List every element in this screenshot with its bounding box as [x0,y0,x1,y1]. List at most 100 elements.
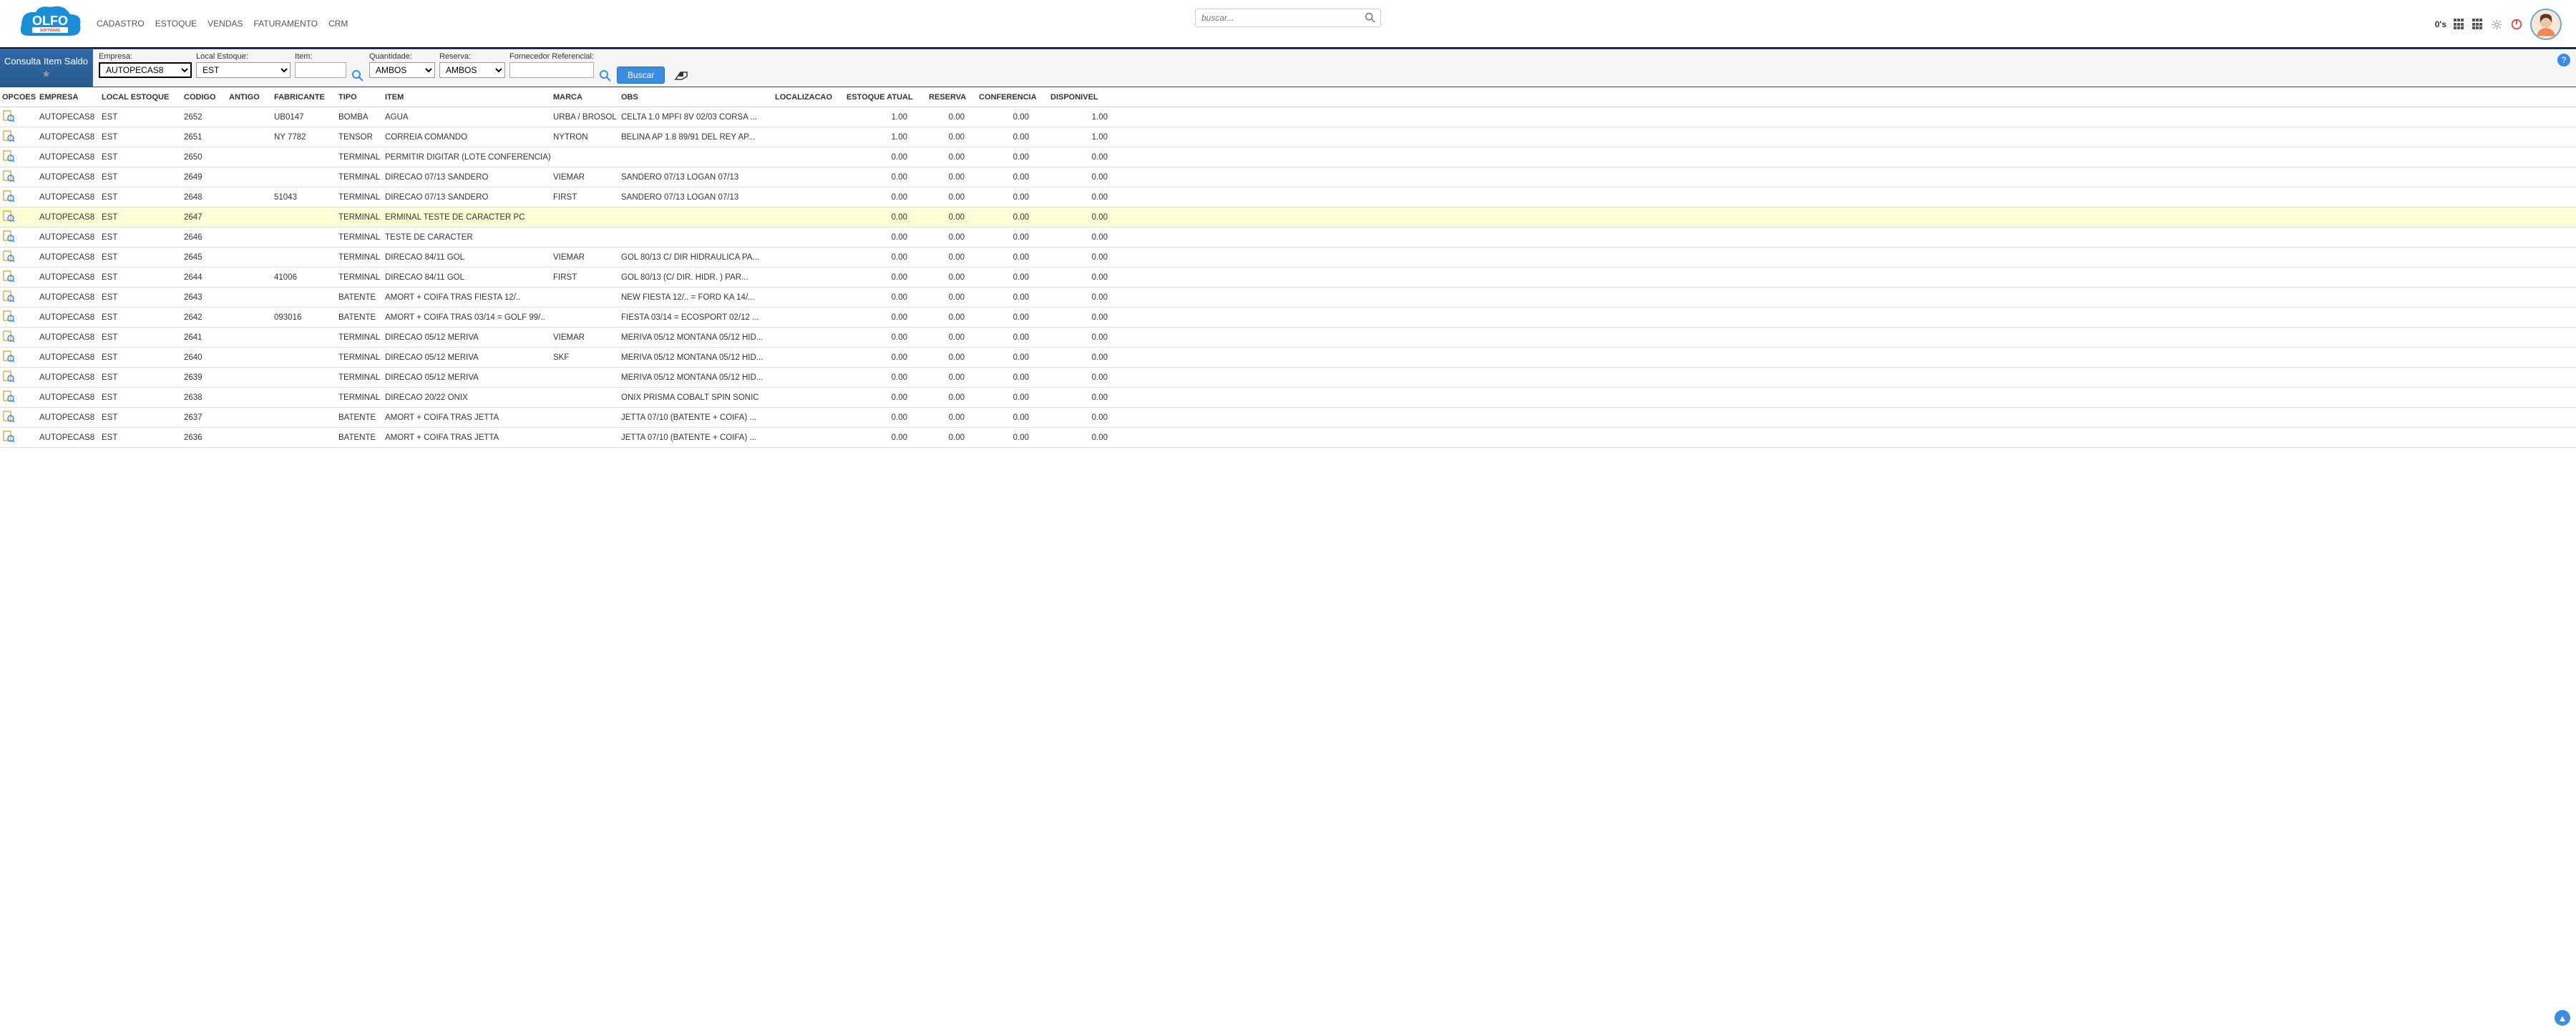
cell: 0.00 [847,433,929,442]
menu-cadastro[interactable]: CADASTRO [97,19,145,29]
table-row[interactable]: AUTOPECAS8EST2641TERMINALDIRECAO 05/12 M… [0,328,2576,348]
cell: 0.00 [929,273,979,282]
cell: EST [102,233,184,242]
select-local-estoque[interactable]: EST [196,62,291,78]
row-detail-icon[interactable] [2,116,15,124]
col-header[interactable]: ANTIGO [229,93,274,102]
table-row[interactable]: AUTOPECAS8EST2640TERMINALDIRECAO 05/12 M… [0,348,2576,368]
select-quantidade[interactable]: AMBOS [369,62,435,78]
col-header[interactable]: CODIGO [184,93,229,102]
search-icon[interactable] [1364,11,1377,24]
table-row[interactable]: AUTOPECAS8EST2649TERMINALDIRECAO 07/13 S… [0,167,2576,187]
power-icon[interactable] [2510,18,2523,31]
col-header[interactable]: ESTOQUE ATUAL [847,93,929,102]
table-row[interactable]: AUTOPECAS8EST2645TERMINAL DIRECAO 84/11 … [0,247,2576,268]
input-fornecedor[interactable] [509,62,594,78]
row-detail-icon[interactable] [2,436,15,445]
cell: 2649 [184,173,229,182]
row-detail-icon[interactable] [2,296,15,305]
col-header[interactable]: ITEM [385,93,553,102]
os-counter[interactable]: 0's [2435,19,2446,29]
cell: 0.00 [1050,293,1118,302]
row-detail-icon[interactable] [2,136,15,144]
cell: 0.00 [847,213,929,222]
cell: 0.00 [929,113,979,122]
item-search-icon[interactable] [351,69,365,83]
user-avatar[interactable] [2530,9,2562,40]
table-row[interactable]: AUTOPECAS8EST2651NY 7782TENSORCORREIA CO… [0,127,2576,147]
apps-grid-icon[interactable] [2454,19,2465,30]
col-header[interactable]: OPCOES [2,93,39,102]
table-row[interactable]: AUTOPECAS8EST2646TERMINALTESTE DE CARACT… [0,227,2576,247]
menu-estoque[interactable]: ESTOQUE [155,19,197,29]
table-row[interactable]: AUTOPECAS8EST264441006TERMINALDIRECAO 84… [0,268,2576,288]
cell: EST [102,133,184,142]
table-row[interactable]: AUTOPECAS8EST2643BATENTEAMORT + COIFA TR… [0,288,2576,308]
table-row[interactable]: AUTOPECAS8EST2650TERMINALPERMITIR DIGITA… [0,147,2576,167]
col-header[interactable]: DISPONIVEL [1050,93,1118,102]
col-header[interactable]: CONFERENCIA [979,93,1050,102]
row-detail-icon[interactable] [2,316,15,325]
menu-faturamento[interactable]: FATURAMENTO [254,19,318,29]
cell: TERMINAL [338,193,385,202]
scroll-top-button[interactable]: ▲ [2555,1010,2570,1026]
cell: 1.00 [1050,113,1118,122]
table-row[interactable]: AUTOPECAS8EST2642093016BATENTEAMORT + CO… [0,308,2576,328]
eraser-icon[interactable] [673,69,689,82]
favorite-star-icon[interactable]: ★ [42,68,51,80]
col-header[interactable]: LOCAL ESTOQUE [102,93,184,102]
table-row[interactable]: AUTOPECAS8EST2652UB0147BOMBAAGUAURBA / B… [0,107,2576,127]
cell: URBA / BROSOL [553,113,621,122]
row-detail-icon[interactable] [2,176,15,185]
help-icon[interactable]: ? [2557,54,2570,67]
row-detail-icon[interactable] [2,156,15,165]
select-empresa[interactable]: AUTOPECAS8 [99,62,192,78]
select-reserva[interactable]: AMBOS [439,62,505,78]
col-header[interactable]: TIPO [338,93,385,102]
table-row[interactable]: AUTOPECAS8EST2639TERMINALDIRECAO 05/12 M… [0,368,2576,388]
gear-icon[interactable] [2491,19,2503,31]
row-detail-icon[interactable] [2,376,15,385]
row-detail-icon[interactable] [2,396,15,405]
global-search-input[interactable] [1195,9,1381,27]
cell: 0.00 [847,333,929,342]
cell: JETTA 07/10 (BATENTE + COIFA) ... [621,433,775,442]
col-header[interactable]: RESERVA [929,93,979,102]
cell: TESTE DE CARACTER [385,233,553,242]
fornecedor-search-icon[interactable] [598,69,613,83]
cell: DIRECAO 05/12 MERIVA [385,353,553,362]
table-row[interactable]: AUTOPECAS8EST2647TERMINALERMINAL TESTE D… [0,207,2576,227]
row-detail-icon[interactable] [2,336,15,345]
row-detail-icon[interactable] [2,236,15,245]
input-item[interactable] [295,62,346,78]
cell: EST [102,313,184,322]
table-row[interactable]: AUTOPECAS8EST2638TERMINALDIRECAO 20/22 O… [0,388,2576,408]
cell: AUTOPECAS8 [39,153,102,162]
table-row[interactable]: AUTOPECAS8EST2637BATENTEAMORT + COIFA TR… [0,408,2576,428]
cell: 0.00 [929,433,979,442]
table-row[interactable]: AUTOPECAS8EST2636BATENTEAMORT + COIFA TR… [0,428,2576,448]
cell: FIRST [553,273,621,282]
table-row[interactable]: AUTOPECAS8EST264851043TERMINALDIRECAO 07… [0,187,2576,207]
col-header[interactable]: FABRICANTE [274,93,338,102]
menu-vendas[interactable]: VENDAS [208,19,243,29]
cell: 0.00 [847,313,929,322]
col-header[interactable]: LOCALIZACAO [775,93,847,102]
row-detail-icon[interactable] [2,196,15,205]
cell: BATENTE [338,293,385,302]
cell: VIEMAR [553,173,621,182]
menu-crm[interactable]: CRM [328,19,348,29]
buscar-button[interactable]: Buscar [617,67,665,84]
row-detail-icon[interactable] [2,416,15,425]
row-detail-icon[interactable] [2,216,15,225]
col-header[interactable]: MARCA [553,93,621,102]
row-detail-icon[interactable] [2,256,15,265]
cell: 0.00 [1050,173,1118,182]
cell: 0.00 [847,393,929,402]
col-header[interactable]: EMPRESA [39,93,102,102]
apps-grid-icon-2[interactable] [2472,19,2484,30]
row-detail-icon[interactable] [2,276,15,285]
row-detail-icon[interactable] [2,356,15,365]
cell: 1.00 [847,113,929,122]
col-header[interactable]: OBS [621,93,775,102]
